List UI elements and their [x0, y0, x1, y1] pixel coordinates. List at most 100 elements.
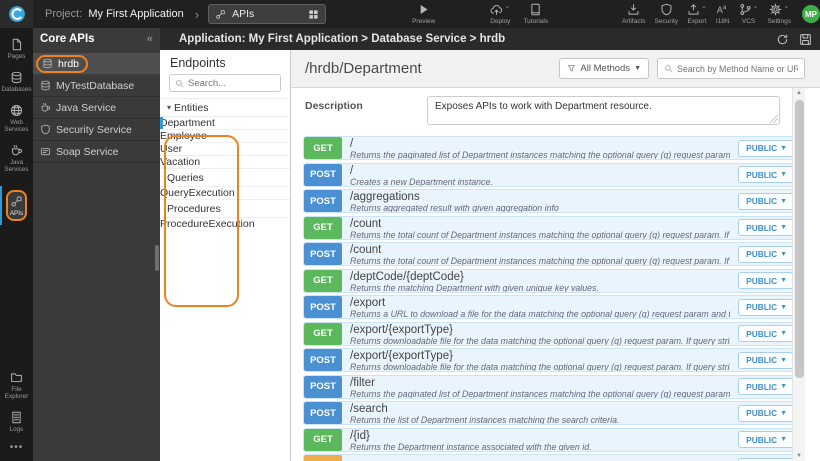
- endpoints-search[interactable]: [169, 74, 281, 92]
- rail-item[interactable]: Web Services: [0, 102, 33, 135]
- api-row-body[interactable]: /export/{exportType} Returns downloadabl…: [342, 323, 738, 345]
- api-list: GET / Returns the paginated list of Depa…: [303, 136, 802, 461]
- collapse-panel-icon[interactable]: «: [147, 33, 153, 45]
- visibility-dropdown[interactable]: PUBLIC ▼: [738, 245, 795, 263]
- visibility-dropdown[interactable]: PUBLIC ▼: [738, 219, 795, 236]
- description-textarea[interactable]: Exposes APIs to work with Department res…: [427, 96, 780, 125]
- core-api-item[interactable]: Soap Service: [33, 141, 160, 163]
- grid-icon[interactable]: [308, 9, 319, 20]
- method-badge[interactable]: GET: [304, 216, 342, 239]
- more-options-icon[interactable]: •••: [10, 442, 24, 453]
- topbar-action-button[interactable]: Tutorials: [523, 3, 548, 25]
- method-search-input[interactable]: [677, 63, 798, 74]
- topbar-action-button[interactable]: ⌄ Export: [687, 3, 707, 25]
- rail-item[interactable]: Databases: [0, 69, 33, 95]
- api-row-body[interactable]: /aggregations Returns aggregated result …: [342, 190, 738, 212]
- tree-row[interactable]: QueryExecution: [160, 186, 290, 199]
- tree-row[interactable]: Vacation: [160, 155, 290, 168]
- scroll-up-icon[interactable]: ▲: [796, 88, 802, 98]
- visibility-dropdown[interactable]: PUBLIC ▼: [738, 378, 795, 395]
- visibility-dropdown[interactable]: PUBLIC ▼: [738, 325, 795, 342]
- rail-item[interactable]: Java Services: [0, 142, 33, 175]
- core-api-item[interactable]: Security Service: [33, 119, 160, 141]
- tree-row[interactable]: Department: [160, 116, 290, 129]
- tree-row[interactable]: ▾ Entities: [160, 98, 290, 116]
- api-row-body[interactable]: [342, 455, 738, 461]
- topbar-action-button[interactable]: Security: [655, 3, 678, 25]
- topbar-action-button[interactable]: ⌄ Settings: [768, 3, 792, 25]
- visibility-dropdown[interactable]: PUBLIC ▼: [738, 192, 795, 210]
- app-logo[interactable]: [0, 0, 33, 28]
- visibility-dropdown[interactable]: PUBLIC ▼: [738, 139, 795, 157]
- rail-item[interactable]: APIs: [0, 186, 33, 225]
- rail-item[interactable]: Logs: [0, 409, 33, 435]
- topbar-action-button[interactable]: ⌄ VCS: [739, 3, 759, 25]
- refresh-icon[interactable]: [776, 33, 789, 46]
- visibility-dropdown[interactable]: PUBLIC ▼: [738, 298, 795, 316]
- rail-item[interactable]: Pages: [0, 36, 33, 62]
- visibility-dropdown[interactable]: PUBLIC ▼: [738, 431, 795, 448]
- method-search[interactable]: [657, 58, 805, 79]
- visibility-label: PUBLIC: [746, 434, 778, 445]
- tree-row[interactable]: Procedures: [160, 199, 290, 217]
- panel-scrollbar-thumb[interactable]: [155, 245, 159, 271]
- api-row-body[interactable]: /export/{exportType} Returns downloadabl…: [342, 349, 738, 371]
- visibility-label: PUBLIC: [746, 143, 778, 153]
- visibility-dropdown[interactable]: PUBLIC ▼: [738, 166, 795, 183]
- visibility-dropdown[interactable]: PUBLIC ▼: [738, 351, 795, 369]
- method-badge[interactable]: GET: [304, 137, 342, 159]
- methods-filter-dropdown[interactable]: All Methods ▼: [559, 58, 649, 79]
- topbar-action-button[interactable]: Artifacts: [622, 3, 646, 25]
- core-api-item[interactable]: MyTestDatabase: [33, 75, 160, 97]
- api-row-body[interactable]: /filter Returns the paginated list of De…: [342, 376, 738, 398]
- method-badge[interactable]: PUT: [304, 455, 342, 461]
- endpoints-search-input[interactable]: [188, 77, 275, 89]
- api-row-body[interactable]: / Returns the paginated list of Departme…: [342, 137, 738, 159]
- api-row-body[interactable]: /export Returns a URL to download a file…: [342, 296, 738, 318]
- method-badge[interactable]: GET: [304, 322, 342, 345]
- method-badge[interactable]: POST: [304, 190, 342, 212]
- topbar-action-button[interactable]: Preview: [412, 3, 435, 25]
- method-badge[interactable]: POST: [304, 163, 342, 186]
- api-row-body[interactable]: /{id} Returns the Department instance as…: [342, 429, 738, 451]
- svg-text:a: a: [723, 4, 727, 11]
- topbar-action-button[interactable]: ⌄ Deploy: [490, 3, 510, 25]
- api-description: Returns aggregated result with given agg…: [350, 203, 559, 212]
- method-badge[interactable]: POST: [304, 349, 342, 371]
- tree-row[interactable]: Employee: [160, 129, 290, 142]
- rail-item[interactable]: File Explorer: [0, 369, 33, 402]
- chevron-down-icon: ▼: [780, 277, 787, 284]
- scrollbar-thumb[interactable]: [794, 100, 804, 378]
- endpoints-title: Endpoints: [170, 56, 226, 70]
- api-row-body[interactable]: /deptCode/{deptCode} Returns the matchin…: [342, 270, 738, 292]
- tree-row[interactable]: User: [160, 142, 290, 155]
- tree-row[interactable]: ProcedureExecution: [160, 217, 290, 230]
- api-row-body[interactable]: / Creates a new Department instance.: [342, 164, 738, 186]
- method-badge[interactable]: POST: [304, 402, 342, 424]
- tab-apis[interactable]: APIs: [208, 4, 327, 24]
- method-badge[interactable]: POST: [304, 243, 342, 265]
- visibility-label: PUBLIC: [746, 355, 778, 365]
- method-badge[interactable]: POST: [304, 375, 342, 398]
- user-avatar[interactable]: MP: [802, 5, 820, 23]
- save-icon[interactable]: [799, 33, 812, 46]
- method-badge[interactable]: POST: [304, 296, 342, 318]
- chevron-down-icon: ⌄: [701, 3, 707, 10]
- api-row-body[interactable]: /search Returns the list of Department i…: [342, 402, 738, 424]
- topbar-action-button[interactable]: Aa I18N: [716, 3, 730, 25]
- core-api-item[interactable]: Java Service: [33, 97, 160, 119]
- visibility-dropdown[interactable]: PUBLIC ▼: [738, 404, 795, 422]
- vertical-scrollbar[interactable]: ▲ ▼: [792, 88, 805, 461]
- topbar-action-label: Artifacts: [622, 18, 646, 25]
- api-row-body[interactable]: /count Returns the total count of Depart…: [342, 217, 738, 239]
- method-badge[interactable]: GET: [304, 269, 342, 292]
- rail-item-icon: [10, 411, 23, 424]
- core-api-item[interactable]: hrdb: [33, 53, 160, 75]
- api-row-body[interactable]: /count Returns the total count of Depart…: [342, 243, 738, 265]
- visibility-dropdown[interactable]: PUBLIC ▼: [738, 272, 795, 289]
- resize-handle[interactable]: [770, 115, 778, 123]
- scroll-down-icon[interactable]: ▼: [796, 451, 802, 461]
- method-badge[interactable]: GET: [304, 428, 342, 451]
- visibility-dropdown[interactable]: PUBLIC ▼: [738, 457, 795, 461]
- tree-row[interactable]: Queries: [160, 168, 290, 186]
